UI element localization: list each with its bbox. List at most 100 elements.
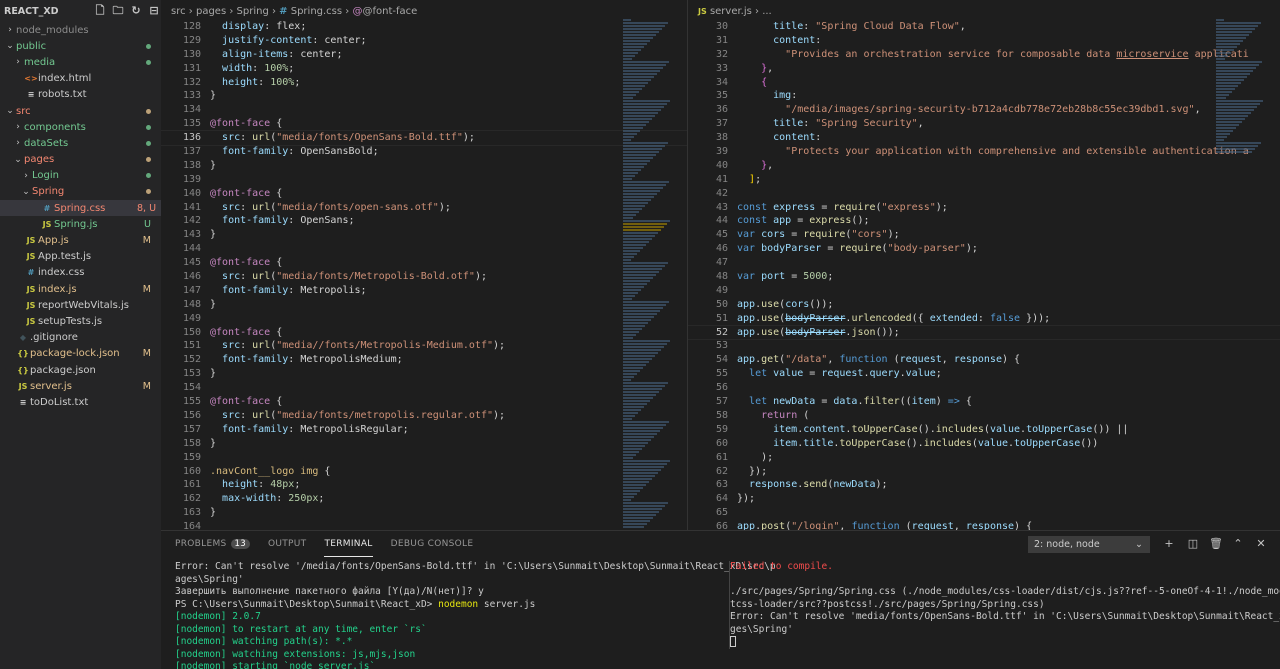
line-number: 54 xyxy=(715,354,728,366)
chevron-up-icon[interactable]: ⌃ xyxy=(1231,537,1245,551)
tree-item[interactable]: # index.css xyxy=(0,265,161,281)
minimap-line xyxy=(623,514,656,516)
tree-item[interactable]: JS setupTests.js xyxy=(0,313,161,329)
code-line: 46 var bodyParser = require("body-parser"… xyxy=(688,242,1280,256)
minimap-line xyxy=(623,208,642,210)
close-icon[interactable]: ✕ xyxy=(1254,537,1268,551)
minimap-line xyxy=(623,424,666,426)
minimap-line xyxy=(623,355,655,357)
tree-item[interactable]: ≡ robots.txt xyxy=(0,87,161,103)
line-text: @font-face { xyxy=(210,326,283,338)
tree-item[interactable]: JS App.test.js xyxy=(0,249,161,265)
breadcrumb-item[interactable]: @font-face xyxy=(362,6,417,17)
minimap-line xyxy=(623,64,666,66)
breadcrumb-item[interactable]: pages xyxy=(196,6,226,17)
tree-item[interactable]: {} package-lock.json M xyxy=(0,346,161,362)
minimap-line xyxy=(623,376,634,378)
code-line: 64}); xyxy=(688,492,1280,506)
line-text: "/media/images/spring-security-b712a4cdb… xyxy=(785,104,1201,116)
line-number: 153 xyxy=(182,368,201,380)
minimap-line xyxy=(623,82,648,84)
terminal-line: ges\Spring' xyxy=(730,623,793,635)
tree-item[interactable]: JS reportWebVitals.js xyxy=(0,297,161,313)
split-icon[interactable]: ◫ xyxy=(1186,537,1200,551)
tree-item[interactable]: ⌄ Spring xyxy=(0,184,161,200)
minimap-line xyxy=(623,100,670,102)
line-number: 61 xyxy=(715,451,728,463)
code-line: 132 height: 100%; xyxy=(161,76,687,90)
tree-item[interactable]: JS Spring.js U xyxy=(0,216,161,232)
code-line: 134 xyxy=(161,103,687,117)
terminal-line: Error: Can't resolve 'media/fonts/OpenSa… xyxy=(730,611,1280,622)
minimap-left[interactable] xyxy=(623,18,683,530)
line-text: const express = require("express"); xyxy=(737,201,948,213)
tree-item-label: robots.txt xyxy=(38,89,87,101)
minimap-line xyxy=(623,268,662,270)
minimap-line xyxy=(623,487,643,489)
line-text xyxy=(201,451,210,465)
minimap-line xyxy=(623,346,664,348)
tree-item[interactable]: ⌄ pages xyxy=(0,152,161,168)
tab-terminal[interactable]: TERMINAL xyxy=(324,531,373,557)
line-number: 58 xyxy=(715,409,728,421)
minimap-right[interactable] xyxy=(1216,18,1276,530)
minimap-line xyxy=(623,328,642,330)
new-file-icon[interactable]: 🗋 xyxy=(93,4,107,18)
tree-item[interactable]: › media xyxy=(0,54,161,70)
tab-output[interactable]: OUTPUT xyxy=(268,531,306,557)
refresh-icon[interactable]: ↻ xyxy=(129,4,143,18)
tree-item[interactable]: JS App.js M xyxy=(0,232,161,248)
explorer-sidebar: REACT_XD 🗋 🗀 ↻ ⊟ › node_modules ⌄ public › me… xyxy=(0,0,161,669)
minimap-line xyxy=(1216,64,1259,66)
tab-problems[interactable]: PROBLEMS 13 xyxy=(175,531,250,557)
code-editor-left[interactable]: 128 display: flex; 129 justify-content: c… xyxy=(161,20,687,530)
breadcrumb-item[interactable]: server.js xyxy=(710,6,752,17)
tree-item[interactable]: ≡ toDoList.txt xyxy=(0,394,161,410)
tree-item[interactable]: › components xyxy=(0,119,161,135)
terminal-left[interactable]: Error: Can't resolve '/media/fonts/OpenS… xyxy=(175,561,776,669)
minimap-line xyxy=(623,163,647,165)
line-text: font-family: MetropolisMedium; xyxy=(222,354,403,366)
minimap-line xyxy=(1216,109,1254,111)
tree-item[interactable]: ⌄ public xyxy=(0,38,161,54)
minimap-line xyxy=(1216,28,1255,30)
code-editor-right[interactable]: 30 title: "Spring Cloud Data Flow", 31 co… xyxy=(688,20,1280,530)
tree-item[interactable]: {} package.json xyxy=(0,362,161,378)
terminal-right[interactable]: Failed to compile. ./src/pages/Spring/Sp… xyxy=(729,561,1280,649)
minimap-line xyxy=(623,505,665,507)
tree-item-label: index.css xyxy=(38,267,85,279)
collapse-icon[interactable]: ⊟ xyxy=(147,4,161,18)
tree-item[interactable]: › node_modules xyxy=(0,22,161,38)
breadcrumb-item[interactable]: Spring xyxy=(237,6,269,17)
minimap-line xyxy=(623,79,651,81)
plus-icon[interactable]: + xyxy=(1162,537,1176,551)
breadcrumb-item[interactable]: ... xyxy=(762,6,772,17)
minimap-line xyxy=(623,283,647,285)
tree-item[interactable]: ◆ .gitignore xyxy=(0,330,161,346)
line-number: 156 xyxy=(182,409,201,421)
tree-item[interactable]: JS server.js M xyxy=(0,378,161,394)
new-folder-icon[interactable]: 🗀 xyxy=(111,4,125,18)
code-line: 33 }, xyxy=(688,62,1280,76)
tree-item[interactable]: › dataSets xyxy=(0,135,161,151)
line-text: const app = express(); xyxy=(737,215,870,227)
tree-item[interactable]: › Login xyxy=(0,168,161,184)
line-text: app.get("/data", function (request, resp… xyxy=(737,354,1021,366)
trash-icon[interactable]: 🗑 xyxy=(1209,537,1223,551)
minimap-line xyxy=(623,148,662,150)
tree-item[interactable]: ⌄ src xyxy=(0,103,161,119)
breadcrumb-item[interactable]: src xyxy=(171,6,186,17)
tree-item[interactable]: <> index.html xyxy=(0,71,161,87)
breadcrumb-item[interactable]: Spring.css xyxy=(291,6,342,17)
tree-item[interactable]: JS index.js M xyxy=(0,281,161,297)
minimap-line xyxy=(623,436,654,438)
terminal-select[interactable]: 2: node, node ⌄ xyxy=(1028,536,1150,553)
minimap-line xyxy=(623,226,664,228)
tab-debug-console[interactable]: DEBUG CONSOLE xyxy=(391,531,474,557)
minimap-line xyxy=(623,67,663,69)
minimap-line xyxy=(623,178,632,180)
minimap-line xyxy=(623,517,653,519)
minimap-line xyxy=(1216,85,1238,87)
line-number: 38 xyxy=(715,132,728,144)
tree-item[interactable]: # Spring.css 8, U xyxy=(0,200,161,217)
